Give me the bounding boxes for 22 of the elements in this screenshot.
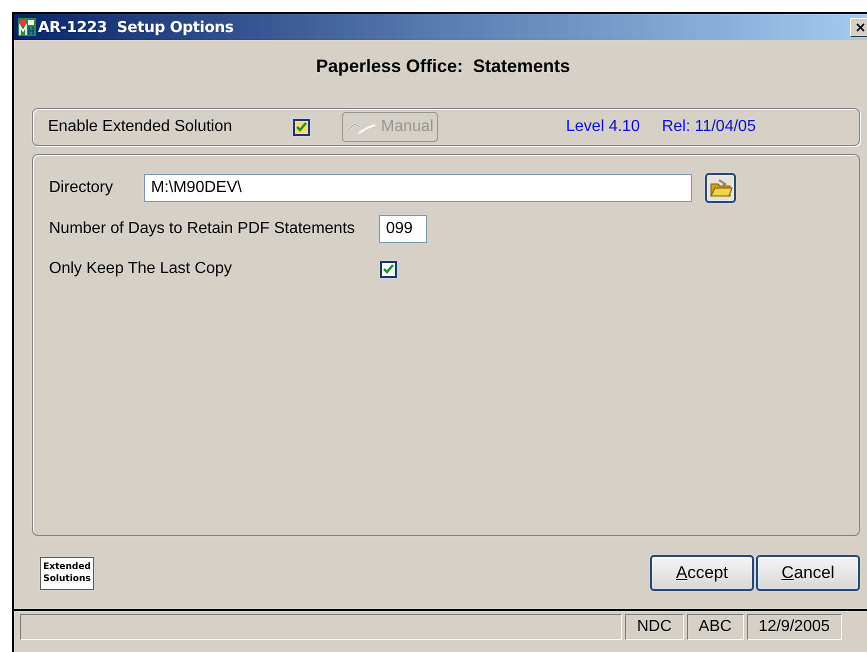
logo: Extended Solutions	[40, 556, 94, 590]
days-field[interactable]: 099	[379, 215, 427, 243]
release-date: Rel: 11/04/05	[662, 118, 756, 136]
status-panel: ABC	[686, 614, 744, 640]
field-label: Directory	[49, 179, 114, 197]
checkbox[interactable]	[293, 118, 310, 136]
cancel-button[interactable]: Cancel	[756, 555, 860, 591]
app-icon	[18, 18, 36, 36]
browse-button[interactable]	[705, 173, 736, 203]
checkbox[interactable]	[380, 260, 397, 278]
directory-field[interactable]: M:\M90DEV\	[144, 174, 692, 202]
field-label: Only Keep The Last Copy	[49, 260, 233, 278]
dialog-heading: Paperless Office: Statements	[314, 56, 572, 78]
field-label: Number of Days to Retain PDF Statements	[49, 220, 356, 238]
close-icon	[856, 22, 864, 32]
window-title: AR-1223 Setup Options	[38, 18, 234, 36]
status-panel: 12/9/2005	[746, 614, 842, 640]
version-level: Level 4.10	[566, 118, 640, 136]
status-panel: NDC	[625, 614, 684, 640]
accept-button[interactable]: Accept	[650, 555, 754, 591]
option-label: Enable Extended Solution	[48, 118, 234, 136]
close-button[interactable]	[850, 18, 867, 36]
